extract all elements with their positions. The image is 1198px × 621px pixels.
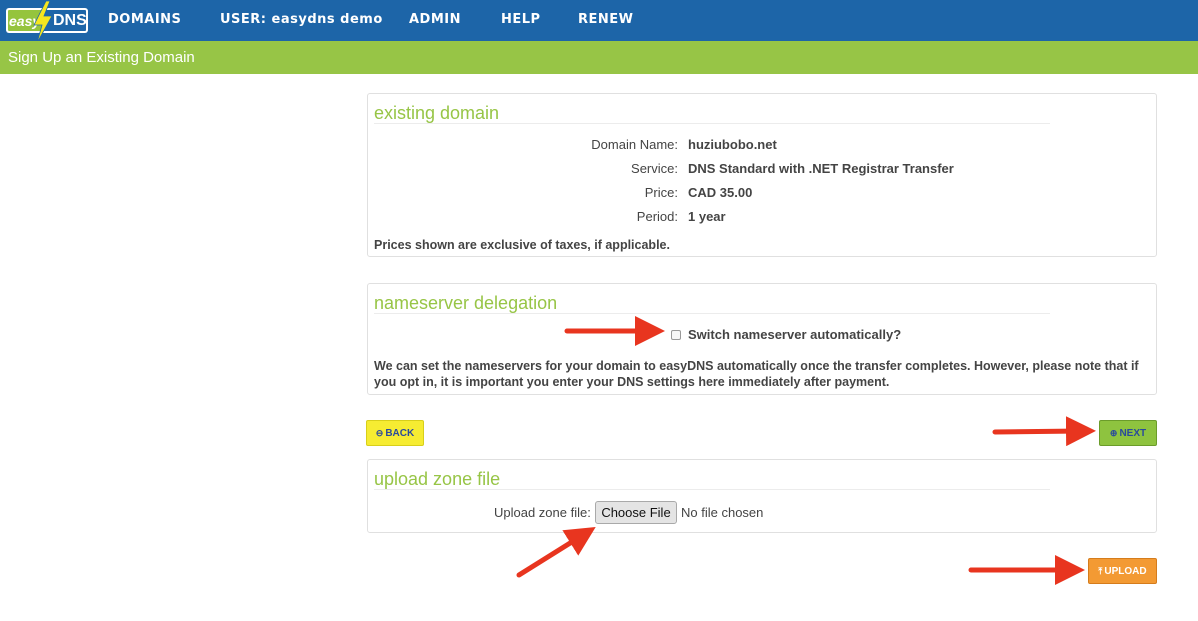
upload-icon: ⤒ (1098, 565, 1103, 576)
divider (374, 123, 1050, 124)
nav-admin[interactable]: ADMIN (409, 12, 461, 27)
nav-domains[interactable]: DOMAINS (108, 12, 181, 27)
top-nav: easy DNS DOMAINS USER: easydns demo ADMI… (0, 0, 1198, 43)
price-label: Price: (644, 185, 678, 200)
period-label: Period: (636, 209, 678, 224)
nav-help[interactable]: HELP (501, 12, 541, 27)
upload-button-label: UPLOAD (1104, 565, 1147, 577)
page-title: Sign Up an Existing Domain (8, 49, 195, 66)
circle-arrow-left-icon: ⊖ (375, 427, 384, 438)
upload-zone-heading: upload zone file (374, 469, 501, 489)
switch-nameserver-label[interactable]: Switch nameserver automatically? (688, 327, 901, 342)
existing-domain-panel: existing domain Domain Name: huziubobo.n… (367, 93, 1157, 257)
switch-nameserver-checkbox[interactable] (671, 330, 681, 340)
tax-note: Prices shown are exclusive of taxes, if … (374, 238, 670, 252)
next-button-label: NEXT (1119, 427, 1147, 439)
logo-dns-text: DNS (53, 12, 87, 29)
back-button-label: BACK (385, 427, 415, 439)
existing-domain-heading: existing domain (374, 103, 500, 123)
upload-button[interactable]: ⤒ UPLOAD (1088, 558, 1157, 584)
nameserver-panel: nameserver delegation Switch nameserver … (367, 283, 1157, 395)
price-value: CAD 35.00 (688, 185, 753, 200)
service-label: Service: (631, 161, 678, 176)
upload-zone-panel: upload zone file Upload zone file: Choos… (367, 459, 1157, 533)
lightning-bolt-icon (33, 1, 53, 43)
file-status: No file chosen (681, 505, 764, 520)
back-button[interactable]: ⊖ BACK (366, 420, 424, 446)
arrow-to-next (992, 416, 1096, 447)
nameserver-note: We can set the nameservers for your doma… (374, 359, 1139, 389)
domain-name-value: huziubobo.net (688, 137, 777, 152)
nameserver-heading: nameserver delegation (374, 293, 558, 313)
circle-arrow-right-icon: ⊕ (1109, 427, 1118, 438)
choose-file-button[interactable]: Choose File (595, 501, 677, 524)
next-button[interactable]: ⊕ NEXT (1099, 420, 1157, 446)
nav-renew[interactable]: RENEW (578, 12, 634, 27)
period-value: 1 year (688, 209, 726, 224)
divider (374, 313, 1050, 314)
divider (374, 489, 1050, 490)
service-value: DNS Standard with .NET Registrar Transfe… (688, 161, 954, 176)
page-title-bar: Sign Up an Existing Domain (0, 41, 1198, 74)
nav-user[interactable]: USER: easydns demo (220, 12, 383, 27)
upload-zone-label: Upload zone file: (494, 505, 591, 520)
domain-name-label: Domain Name: (591, 137, 678, 152)
arrow-to-choose-file (516, 527, 596, 578)
easydns-logo[interactable]: easy DNS (6, 1, 88, 43)
